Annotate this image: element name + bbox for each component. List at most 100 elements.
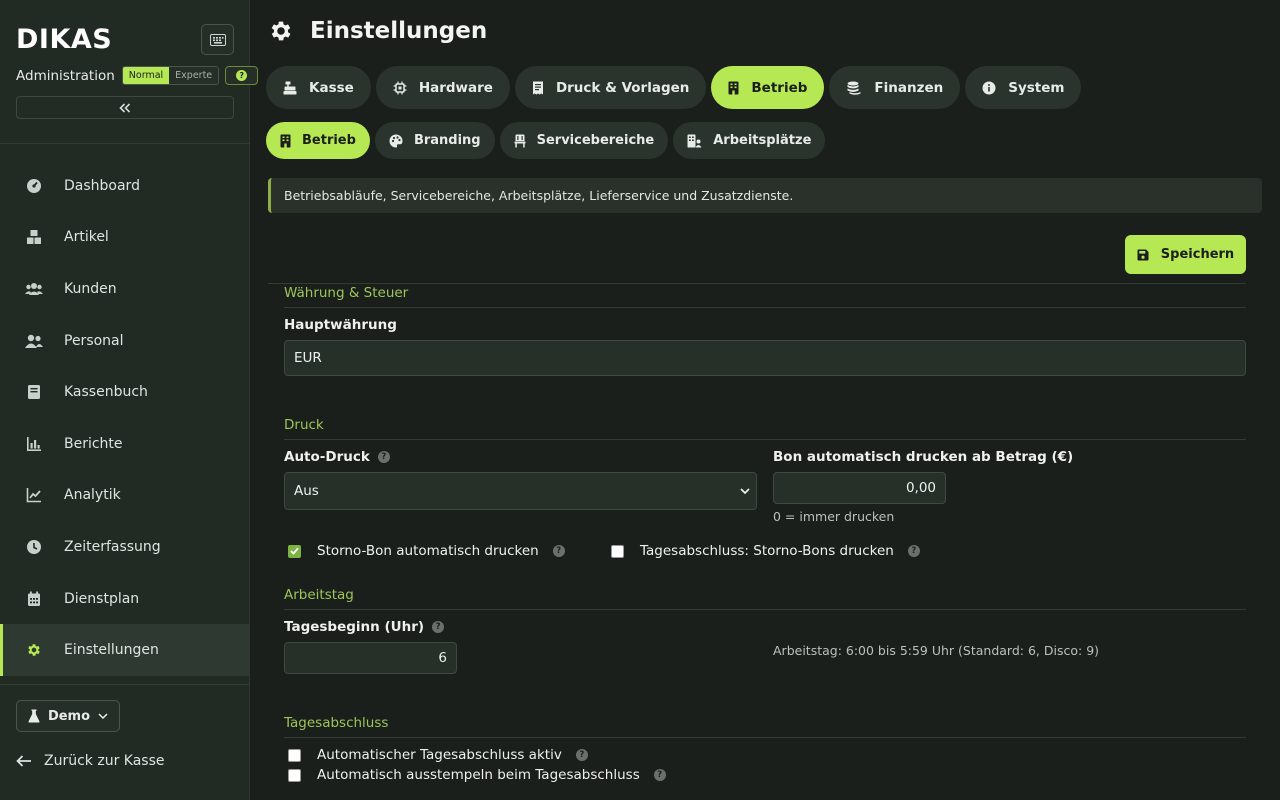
collapse-sidebar-button[interactable]: [16, 96, 234, 119]
double-chevron-left-icon: [119, 102, 131, 113]
sidebar-item-label: Zeiterfassung: [64, 538, 161, 555]
sidebar-item-kunden[interactable]: Kunden: [0, 263, 250, 315]
logo: DIKAS: [16, 24, 113, 55]
sidebar-item-label: Kassenbuch: [64, 384, 148, 401]
cash-register-icon: [283, 81, 297, 94]
input-value: 0,00: [905, 480, 936, 496]
daily-storno-print-row: Tagesabschluss: Storno-Bons drucken ?: [611, 543, 920, 559]
subtab-label: Branding: [413, 133, 481, 148]
keyboard-icon: [209, 33, 226, 46]
mode-normal-button[interactable]: Normal: [122, 67, 170, 84]
sidebar-item-label: Analytik: [64, 487, 121, 504]
tab-label: Finanzen: [874, 79, 944, 96]
keyboard-button[interactable]: [201, 24, 234, 55]
threshold-input[interactable]: 0,00: [773, 472, 946, 504]
chevron-down-icon: [740, 488, 750, 494]
save-button[interactable]: Speichern: [1125, 235, 1246, 274]
checkbox-label[interactable]: Storno-Bon automatisch drucken: [317, 543, 539, 559]
palette-icon: [389, 134, 403, 147]
tab-betrieb[interactable]: Betrieb: [711, 66, 825, 109]
sidebar-item-kassenbuch[interactable]: Kassenbuch: [0, 366, 250, 418]
demo-button[interactable]: Demo: [16, 700, 120, 732]
sidebar-item-artikel[interactable]: Artikel: [0, 212, 250, 264]
field-label-text: Tagesbeginn (Uhr): [284, 619, 425, 635]
book-icon: [24, 382, 44, 402]
question-icon: ?: [236, 70, 248, 81]
tab-finanzen[interactable]: Finanzen: [829, 66, 961, 109]
sidebar-item-personal[interactable]: Personal: [0, 315, 250, 367]
subtab-label: Arbeitsplätze: [713, 133, 812, 148]
subtab-servicebereiche[interactable]: Servicebereiche: [499, 122, 669, 159]
back-to-pos-link[interactable]: Zurück zur Kasse: [16, 750, 165, 772]
sidebar-item-label: Dienstplan: [64, 590, 140, 607]
mode-expert-button[interactable]: Experte: [169, 67, 219, 84]
section-title-closing: Tagesabschluss: [284, 715, 389, 731]
tab-kasse[interactable]: Kasse: [266, 66, 371, 109]
input-value: EUR: [294, 350, 322, 366]
boxes-icon: [24, 227, 44, 247]
settings-subtabs: Betrieb Branding Servicebereiche Arbeits…: [266, 122, 826, 159]
arrow-left-icon: [16, 755, 31, 767]
checkmark-icon: [290, 547, 299, 555]
section-divider: [284, 609, 1246, 610]
subtab-betrieb[interactable]: Betrieb: [266, 122, 370, 159]
main-content: Einstellungen Kasse Hardware Druck & Vor…: [250, 0, 1280, 800]
bar-chart-icon: [24, 434, 44, 454]
clock-icon: [24, 537, 44, 557]
field-label-text: Bon automatisch drucken ab Betrag (€): [773, 449, 1074, 465]
daily-storno-print-checkbox[interactable]: [611, 544, 624, 558]
threshold-hint: 0 = immer drucken: [773, 509, 895, 524]
subtab-arbeitsplaetze[interactable]: Arbeitsplätze: [673, 122, 826, 159]
checkbox-label[interactable]: Automatisch ausstempeln beim Tagesabschl…: [317, 767, 640, 783]
input-value: 6: [438, 650, 447, 666]
back-label: Zurück zur Kasse: [44, 753, 165, 769]
help-icon[interactable]: ?: [432, 621, 445, 633]
help-icon[interactable]: ?: [653, 769, 666, 781]
sidebar-item-zeiterfassung[interactable]: Zeiterfassung: [0, 521, 250, 573]
page-header: Einstellungen: [268, 18, 487, 44]
sidebar-item-label: Artikel: [64, 229, 109, 246]
workday-hint: Arbeitstag: 6:00 bis 5:59 Uhr (Standard:…: [773, 643, 1100, 658]
sidebar-item-einstellungen[interactable]: Einstellungen: [0, 624, 250, 676]
tab-label: Kasse: [309, 79, 354, 96]
section-title-workday: Arbeitstag: [284, 587, 354, 603]
flask-icon: [28, 709, 40, 723]
day-start-input[interactable]: 6: [284, 642, 457, 674]
tab-druck-vorlagen[interactable]: Druck & Vorlagen: [514, 66, 707, 109]
auto-print-select[interactable]: Aus: [284, 472, 757, 510]
help-icon[interactable]: ?: [907, 545, 920, 557]
receipt-icon: [532, 81, 543, 94]
admin-row: Administration Normal Experte ?: [16, 66, 259, 85]
main-currency-input[interactable]: EUR: [284, 340, 1246, 376]
sidebar-item-label: Dashboard: [64, 177, 140, 194]
sidebar-item-dienstplan[interactable]: Dienstplan: [0, 573, 250, 625]
auto-clockout-checkbox[interactable]: [288, 768, 301, 782]
storno-auto-print-checkbox[interactable]: [288, 544, 301, 558]
sidebar-item-label: Personal: [64, 332, 124, 349]
subtab-label: Betrieb: [302, 133, 356, 148]
checkbox-label[interactable]: Tagesabschluss: Storno-Bons drucken: [640, 543, 894, 559]
subtab-branding[interactable]: Branding: [374, 122, 495, 159]
section-divider: [268, 283, 1246, 284]
help-icon[interactable]: ?: [552, 545, 565, 557]
auto-close-checkbox[interactable]: [288, 748, 301, 762]
calendar-icon: [24, 589, 44, 609]
threshold-label: Bon automatisch drucken ab Betrag (€): [773, 449, 1073, 465]
sidebar-nav: Dashboard Artikel Kunden Personal Kassen…: [0, 160, 250, 676]
day-start-label: Tagesbeginn (Uhr) ?: [284, 619, 445, 635]
tab-hardware[interactable]: Hardware: [375, 66, 510, 109]
help-icon[interactable]: ?: [575, 749, 588, 761]
save-label: Speichern: [1160, 247, 1235, 262]
help-icon[interactable]: ?: [377, 451, 390, 463]
chip-icon: [393, 81, 407, 94]
page-title: Einstellungen: [310, 18, 488, 44]
sidebar-item-analytik[interactable]: Analytik: [0, 470, 250, 522]
sidebar-item-dashboard[interactable]: Dashboard: [0, 160, 250, 212]
tab-system[interactable]: System: [965, 66, 1082, 109]
info-banner: Betriebsabläufe, Servicebereiche, Arbeit…: [268, 178, 1262, 213]
sidebar-item-berichte[interactable]: Berichte: [0, 418, 250, 470]
checkbox-label[interactable]: Automatischer Tagesabschluss aktiv: [317, 747, 562, 763]
mode-toggle: Normal Experte: [121, 66, 220, 85]
gauge-icon: [24, 176, 44, 196]
sidebar-divider: [0, 684, 250, 685]
